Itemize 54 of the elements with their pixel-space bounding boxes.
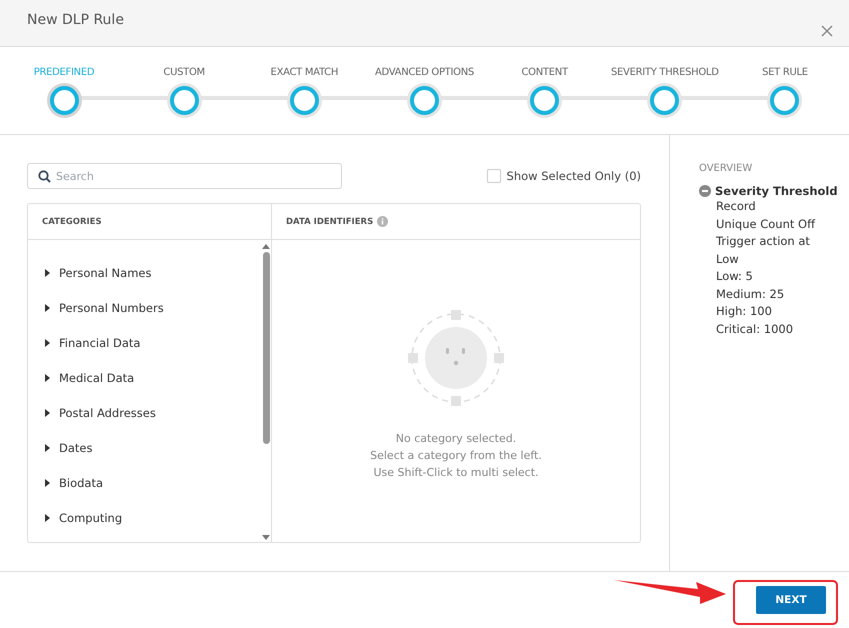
step-label: SET RULE (762, 67, 808, 78)
category-item[interactable]: Personal Numbers (28, 290, 261, 325)
step-label: ADVANCED OPTIONS (375, 67, 474, 78)
info-icon (377, 216, 388, 227)
close-button[interactable] (821, 25, 833, 37)
category-item[interactable]: Postal Addresses (28, 395, 261, 430)
step-dot[interactable] (650, 86, 680, 115)
category-item[interactable]: Personal Names (28, 255, 261, 290)
category-item[interactable]: Computing (28, 500, 261, 535)
overview-line: Medium: 25 (715, 286, 786, 302)
overview-line: Unique Count Off (715, 216, 816, 232)
step-dot[interactable] (50, 86, 78, 115)
step-label: SEVERITY THRESHOLD (610, 67, 719, 78)
category-item[interactable]: Financial Data (28, 325, 261, 360)
checkbox[interactable] (486, 169, 501, 183)
category-item[interactable]: Dates (28, 430, 261, 465)
next-button[interactable]: NEXT (756, 586, 826, 614)
caret-icon (45, 478, 50, 486)
category-item[interactable]: Biodata (28, 465, 261, 500)
overview-line: Low: 5 (715, 268, 754, 285)
overview-heading: OVERVIEW (699, 163, 754, 174)
step-label: EXACT MATCH (270, 67, 338, 78)
overview-line: High: 100 (715, 303, 773, 320)
window-title: New DLP Rule (27, 12, 124, 28)
scroll-up-icon[interactable] (262, 244, 270, 249)
column-header: CATEGORIES (42, 216, 102, 226)
column-header: DATA IDENTIFIERS (286, 216, 374, 226)
caret-icon (45, 444, 50, 452)
checkbox-label: Show Selected Only (0) (506, 169, 641, 183)
collapse-icon[interactable] (699, 185, 711, 197)
step-dot[interactable] (410, 86, 439, 115)
overview-line: Record (715, 198, 757, 215)
overview-line: Critical: 1000 (715, 320, 794, 338)
overview-title: Severity Threshold (715, 184, 838, 198)
step-dot[interactable] (290, 86, 319, 115)
step-dot[interactable] (530, 86, 560, 115)
step-label: CUSTOM (163, 67, 205, 78)
empty-state-message: No category selected. Select a category from the left. Use Shift-Click to multi select. (370, 431, 542, 481)
category-item[interactable]: Medical Data (28, 360, 261, 395)
step-dot[interactable] (770, 86, 800, 115)
caret-icon (45, 268, 50, 276)
scroll-down-icon[interactable] (262, 535, 270, 540)
step-label: CONTENT (522, 67, 568, 78)
overview-line: Low (715, 250, 740, 268)
search-icon (38, 170, 51, 183)
caret-icon (45, 304, 50, 312)
step-dot[interactable] (170, 86, 199, 115)
caret-icon (45, 408, 50, 416)
caret-icon (45, 338, 50, 346)
step-label: PREDEFINED (34, 67, 94, 78)
caret-icon (45, 514, 50, 522)
overview-line: Trigger action at (715, 233, 811, 250)
caret-icon (45, 374, 50, 382)
search-field[interactable]: Search (27, 163, 342, 189)
